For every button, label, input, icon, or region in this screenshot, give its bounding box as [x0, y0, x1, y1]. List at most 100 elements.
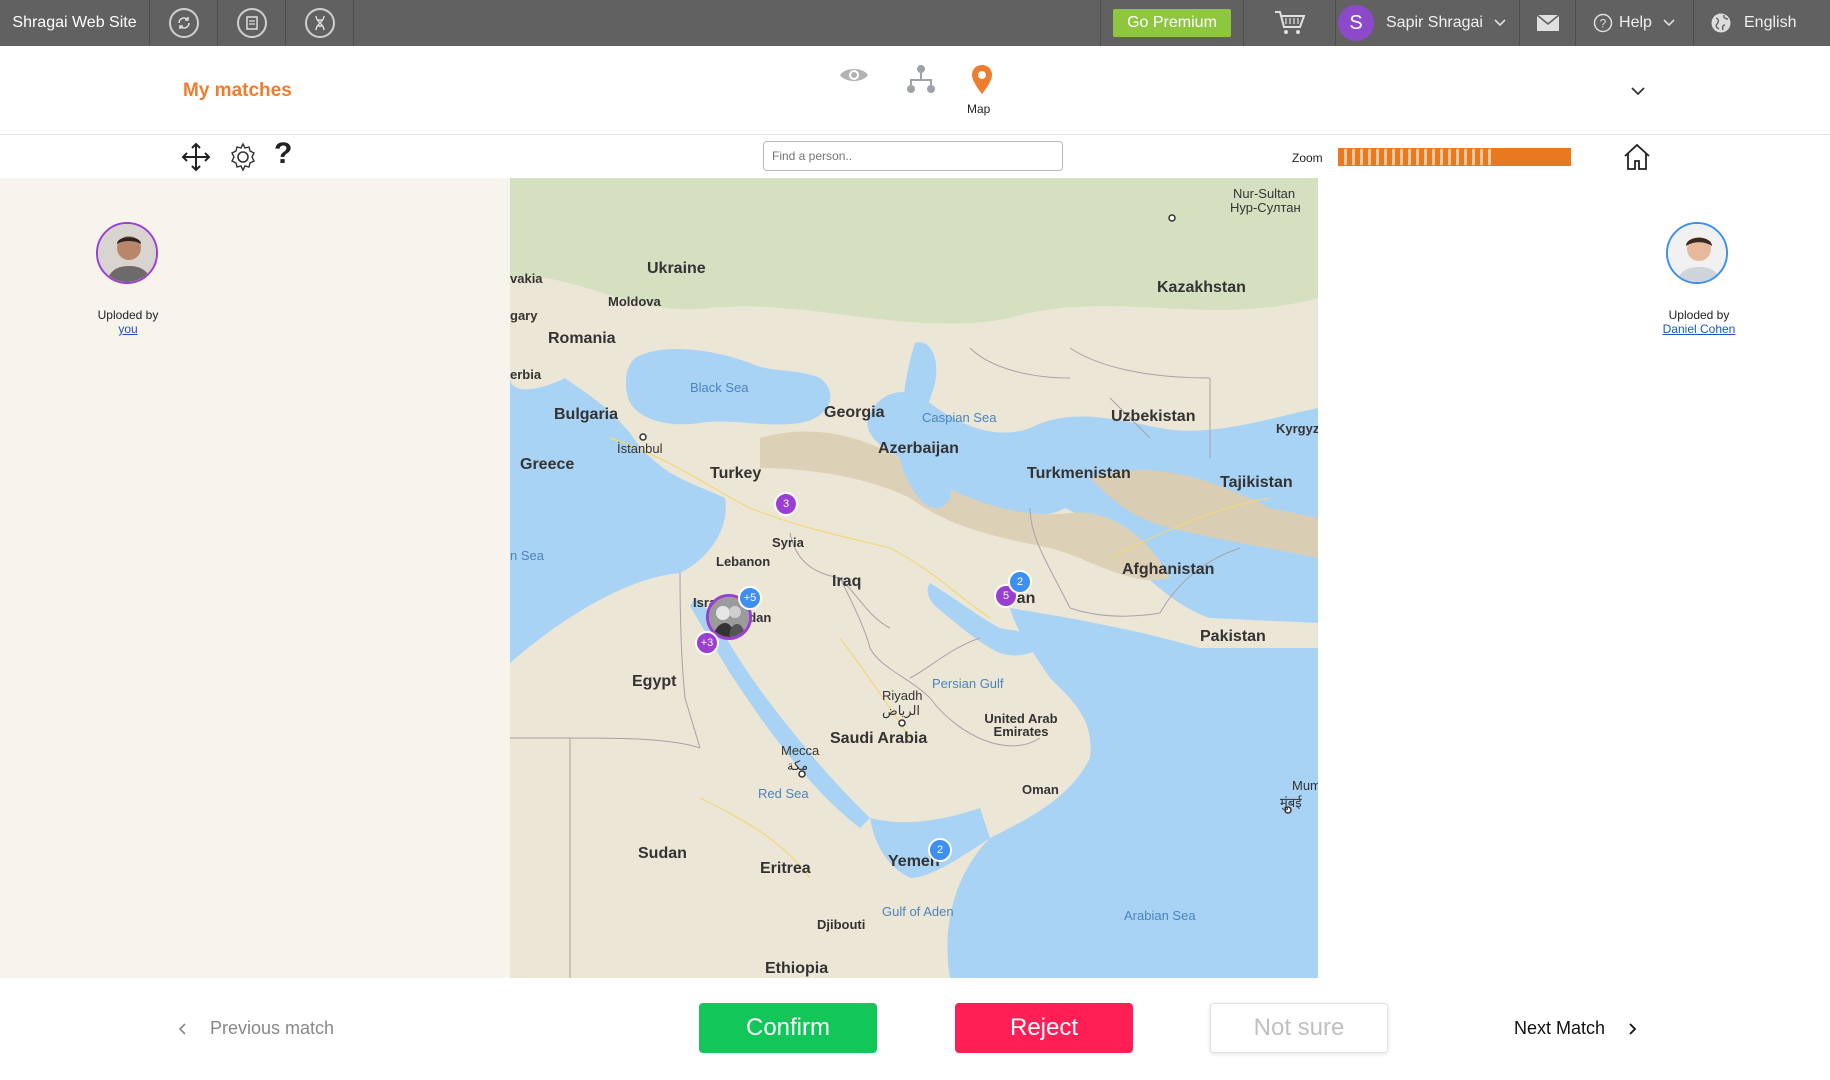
map-label-nursultan: Nur-Sultan	[1233, 186, 1296, 201]
left-person-photo[interactable]	[96, 222, 158, 284]
left-person-panel: Uploded by you	[0, 178, 510, 978]
chevron-left-icon	[178, 1022, 186, 1035]
map-label-mecca: Mecca	[781, 743, 820, 758]
confirm-button[interactable]: Confirm	[699, 1003, 877, 1053]
site-name-link[interactable]: Shragai Web Site	[0, 0, 150, 46]
right-person-panel: Uploded by Daniel Cohen	[1318, 178, 1830, 978]
map-label-sudan: Sudan	[638, 845, 687, 862]
settings-button[interactable]	[228, 142, 258, 177]
language-label: English	[1744, 14, 1797, 31]
not-sure-button[interactable]: Not sure	[1210, 1003, 1388, 1053]
map-cluster-israel-plus3[interactable]: +3	[695, 631, 719, 655]
help-menu[interactable]: ? Help	[1576, 0, 1694, 46]
family-tree-icon	[907, 65, 935, 93]
find-person-input[interactable]	[763, 141, 1063, 171]
gear-icon	[231, 142, 255, 172]
document-icon	[236, 8, 267, 38]
map-label-serbia: erbia	[510, 367, 542, 382]
zoom-label: Zoom	[1292, 151, 1323, 165]
map-label-persian-gulf: Persian Gulf	[932, 676, 1004, 691]
person-photo-image	[98, 224, 156, 282]
reject-button[interactable]: Reject	[955, 1003, 1133, 1053]
eye-icon	[840, 69, 868, 81]
map-pin-icon	[972, 65, 992, 94]
user-avatar: S	[1338, 5, 1374, 41]
map-label-slovakia: vakia	[510, 271, 543, 286]
top-bar: Shragai Web Site Go Premium S Sapir Shra…	[0, 0, 1830, 46]
map-canvas[interactable]: Ukraine Moldova Romania Bulgaria Greece …	[510, 178, 1318, 978]
map-label-georgia: Georgia	[824, 404, 885, 421]
chevron-right-icon	[1629, 1022, 1637, 1035]
person-photo-image	[1668, 224, 1726, 282]
sync-icon	[168, 8, 199, 38]
map-label-saudi: Saudi Arabia	[830, 730, 928, 747]
map-label-tajikistan: Tajikistan	[1220, 474, 1293, 491]
map-cluster-israel-plus5[interactable]: +5	[738, 586, 762, 610]
map-label-black-sea: Black Sea	[690, 380, 749, 395]
svg-text:?: ?	[1600, 17, 1607, 31]
uploaded-by-label: Uploded by	[97, 308, 159, 322]
map-label-mumbai: Mumbai	[1292, 778, 1318, 793]
map-label-turkey: Turkey	[710, 465, 762, 482]
view-eye-button[interactable]	[838, 64, 870, 91]
user-menu[interactable]: S Sapir Shragai	[1336, 0, 1520, 46]
header-expand-button[interactable]	[1630, 84, 1646, 102]
map-cluster-yemen-2[interactable]: 2	[928, 838, 952, 862]
uploader-link[interactable]: Daniel Cohen	[1629, 322, 1769, 336]
map-label-uae: United Arab Emirates	[984, 711, 1058, 739]
document-button[interactable]	[218, 0, 286, 46]
pan-button[interactable]	[181, 142, 211, 177]
map-label-gulf-of-aden: Gulf of Aden	[882, 904, 954, 919]
map-label-uzbekistan: Uzbekistan	[1111, 408, 1196, 425]
help-question-icon[interactable]: ?	[274, 137, 292, 171]
previous-match-label: Previous match	[210, 1018, 335, 1038]
user-name: Sapir Shragai	[1386, 14, 1483, 31]
cart-button[interactable]	[1244, 0, 1336, 46]
map-label-mecca-ar: مكة	[787, 758, 809, 773]
previous-match-button[interactable]: Previous match	[176, 1018, 334, 1039]
map-label-pakistan: Pakistan	[1200, 628, 1266, 645]
home-icon	[1624, 143, 1650, 170]
right-person-photo[interactable]	[1666, 222, 1728, 284]
zoom-slider-fill	[1339, 149, 1497, 165]
map-label-riyadh-ar: الرياض	[882, 703, 921, 718]
map-label-hungary: gary	[510, 308, 538, 323]
map-label-turkmenistan: Turkmenistan	[1027, 465, 1131, 482]
match-actions-bar: Previous match Confirm Reject Not sure N…	[0, 978, 1830, 1080]
map-cluster-turkey[interactable]: 3	[774, 492, 798, 516]
view-tree-button[interactable]	[906, 64, 936, 99]
dna-button[interactable]	[286, 0, 354, 46]
map-cluster-iran-2[interactable]: 2	[1008, 570, 1032, 594]
next-match-button[interactable]: Next Match	[1514, 1018, 1639, 1039]
zoom-slider-track	[1496, 149, 1570, 165]
map-label-lebanon: Lebanon	[716, 554, 771, 569]
page-title: My matches	[183, 80, 292, 101]
map-label-egypt: Egypt	[632, 673, 677, 690]
map-label-greece: Greece	[520, 456, 575, 473]
uploader-link[interactable]: you	[58, 322, 198, 336]
map-label-riyadh: Riyadh	[882, 688, 923, 703]
map-label-bulgaria: Bulgaria	[554, 406, 619, 423]
envelope-icon	[1535, 14, 1560, 31]
globe-icon	[1711, 13, 1731, 33]
language-menu[interactable]: English	[1694, 0, 1830, 46]
map-label-caspian-sea: Caspian Sea	[922, 410, 997, 425]
map-label-kazakhstan: Kazakhstan	[1157, 279, 1246, 296]
sync-button[interactable]	[150, 0, 218, 46]
map-label-mumbai-hi: मुंबई	[1280, 795, 1302, 810]
zoom-slider[interactable]	[1338, 148, 1571, 166]
go-premium-button[interactable]: Go Premium	[1113, 9, 1231, 37]
map-label-djibouti: Djibouti	[817, 917, 866, 932]
map-label-eritrea: Eritrea	[760, 860, 811, 877]
chevron-down-icon	[1494, 19, 1506, 27]
move-arrows-icon	[181, 142, 211, 172]
uploaded-by-label: Uploded by	[1668, 308, 1730, 322]
map-label-ethiopia: Ethiopia	[765, 960, 829, 977]
map-toolbar: ? Zoom	[0, 135, 1830, 178]
messages-button[interactable]	[1520, 0, 1576, 46]
view-map-button[interactable]	[970, 64, 994, 101]
chevron-down-icon	[1631, 87, 1645, 96]
chevron-down-icon	[1663, 19, 1675, 27]
home-button[interactable]	[1622, 142, 1652, 177]
next-match-label: Next Match	[1514, 1018, 1606, 1038]
